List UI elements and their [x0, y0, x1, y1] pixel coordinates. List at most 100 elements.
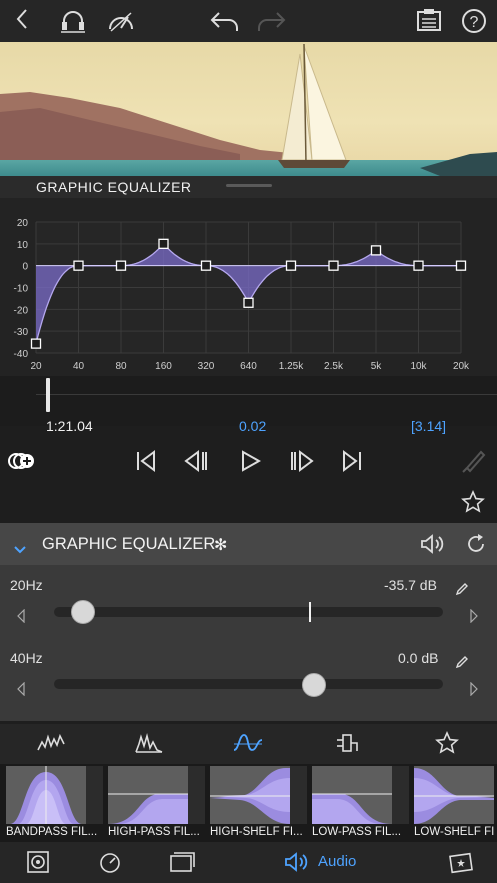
effects-icon[interactable] — [448, 850, 476, 878]
band-handle[interactable] — [158, 238, 169, 249]
preset-bandpass[interactable]: BANDPASS FIL... — [6, 766, 103, 842]
equalizer-chart[interactable]: 20 10 0 -10 -20 -30 -40 20 40 80 160 320 640 1.25k 2.5… — [0, 198, 497, 376]
playhead[interactable] — [46, 378, 50, 412]
y-tick-label: -40 — [14, 349, 29, 360]
x-tick-label: 80 — [115, 361, 127, 372]
effect-title-strip: GRAPHIC EQUALIZER — [0, 176, 497, 198]
preset-label: LOW-PASS FIL... — [312, 826, 402, 838]
waveform-icon[interactable] — [36, 732, 66, 758]
band-handle[interactable] — [73, 260, 84, 271]
pen-icon[interactable] — [460, 448, 488, 478]
band-handle[interactable] — [115, 260, 127, 271]
band-40hz-slider[interactable] — [54, 679, 443, 689]
band-20hz-label: 20Hz — [10, 577, 43, 593]
band-handle[interactable] — [455, 260, 467, 271]
band-handle[interactable] — [328, 260, 339, 271]
edit-pencil-icon[interactable] — [454, 578, 470, 600]
frame-target-icon[interactable] — [25, 850, 51, 878]
band-handle[interactable] — [413, 260, 424, 271]
band-20hz-value[interactable]: -35.7 dB — [384, 577, 437, 593]
preset-low-shelf[interactable]: LOW-SHELF FI — [414, 766, 497, 842]
y-tick-label: -30 — [14, 327, 29, 338]
slider-knob[interactable] — [70, 600, 95, 624]
preset-label: HIGH-SHELF FI... — [210, 826, 303, 838]
band-40hz-label: 40Hz — [10, 650, 43, 666]
equalizer-plot[interactable]: 20100-10-20-30-4020 40 80 160 320 640 1.25k 2.5… — [0, 198, 497, 376]
collapse-chevron-icon[interactable] — [12, 537, 28, 559]
x-tick-label: 40 — [73, 361, 85, 372]
chevron-left-icon[interactable] — [10, 8, 34, 34]
y-tick-label: 0 — [22, 262, 28, 273]
filter-icon[interactable] — [233, 732, 263, 758]
effect-settings-glyph: ✻ — [214, 537, 228, 554]
clipboard-icon[interactable] — [414, 8, 444, 36]
effect-category-tabs — [0, 724, 497, 764]
band-handle[interactable] — [243, 297, 254, 308]
drag-handle[interactable] — [226, 184, 272, 187]
y-tick-label: -20 — [14, 305, 29, 316]
preset-high-pass[interactable]: HIGH-PASS FIL... — [108, 766, 205, 842]
play-icon[interactable] — [238, 450, 262, 476]
band-20hz-slider[interactable] — [54, 607, 443, 617]
preset-strip: BANDPASS FIL... HIGH-PASS FIL... HIGH-SH… — [0, 764, 497, 842]
effect-panel-title: GRAPHIC EQUALIZER — [42, 535, 216, 553]
transform-icon[interactable] — [168, 850, 196, 878]
audio-tab-label[interactable]: Audio — [318, 853, 356, 870]
top-toolbar: ? — [0, 0, 497, 42]
reset-icon[interactable] — [464, 533, 488, 559]
speedometer-icon[interactable] — [106, 9, 136, 37]
band-handle[interactable] — [285, 260, 297, 271]
x-tick-label: 2.5k — [324, 361, 344, 372]
help-label: ? — [469, 14, 479, 31]
transport-controls — [0, 440, 497, 484]
clip-duration[interactable]: 0.02 — [239, 418, 266, 434]
slider-knob[interactable] — [302, 673, 327, 697]
headphones-icon[interactable] — [58, 9, 88, 37]
step-back-icon[interactable] — [184, 450, 208, 476]
band-handle[interactable] — [370, 245, 382, 256]
skip-start-icon[interactable] — [134, 450, 158, 476]
decrement-left-icon[interactable] — [15, 605, 27, 627]
y-tick-label: 10 — [17, 240, 29, 251]
slider-center-mark — [309, 602, 311, 622]
y-tick-label: -10 — [14, 284, 29, 295]
x-tick-label: 20 — [30, 361, 42, 372]
skip-end-icon[interactable] — [340, 450, 364, 476]
preset-high-shelf[interactable]: HIGH-SHELF FI... — [210, 766, 307, 842]
star-icon[interactable] — [434, 731, 460, 759]
undo-icon[interactable] — [208, 9, 242, 37]
x-tick-label: 320 — [198, 361, 215, 372]
x-tick-label: 160 — [155, 361, 172, 372]
favorite-star-icon[interactable] — [460, 490, 486, 518]
effect-panel-header[interactable]: GRAPHIC EQUALIZER ✻ — [0, 523, 497, 565]
decrement-left-icon[interactable] — [15, 678, 27, 700]
spectrum-icon[interactable] — [134, 732, 164, 758]
step-forward-icon[interactable] — [290, 450, 314, 476]
increment-right-icon[interactable] — [468, 678, 480, 700]
effect-panel: GRAPHIC EQUALIZER ✻ 20Hz -35.7 dB 40Hz 0… — [0, 523, 497, 721]
bottom-toolbar: Audio — [0, 842, 497, 883]
y-tick-label: 20 — [17, 218, 29, 229]
increment-right-icon[interactable] — [468, 605, 480, 627]
preset-low-pass[interactable]: LOW-PASS FIL... — [312, 766, 409, 842]
speaker-icon[interactable] — [420, 533, 446, 559]
plugin-icon[interactable] — [334, 732, 362, 758]
effect-title: GRAPHIC EQUALIZER — [36, 179, 192, 195]
current-timecode: 1:21.04 — [46, 418, 93, 434]
audio-speaker-icon[interactable] — [284, 850, 312, 878]
speed-icon[interactable] — [97, 850, 123, 878]
band-handle[interactable] — [200, 260, 212, 271]
total-duration[interactable]: [3.14] — [411, 418, 446, 434]
preset-label: BANDPASS FIL... — [6, 826, 98, 838]
x-tick-label: 10k — [410, 361, 427, 372]
edit-pencil-icon[interactable] — [454, 651, 470, 673]
video-preview[interactable] — [0, 42, 497, 176]
band-40hz-value[interactable]: 0.0 dB — [398, 650, 438, 666]
band-handle[interactable] — [30, 338, 42, 349]
x-tick-label: 640 — [240, 361, 257, 372]
preset-label: LOW-SHELF FI — [414, 826, 495, 838]
help-icon[interactable]: ? — [462, 9, 486, 33]
redo-icon[interactable] — [254, 9, 288, 37]
add-clip-icon[interactable] — [8, 450, 36, 476]
x-tick-label: 5k — [371, 361, 383, 372]
